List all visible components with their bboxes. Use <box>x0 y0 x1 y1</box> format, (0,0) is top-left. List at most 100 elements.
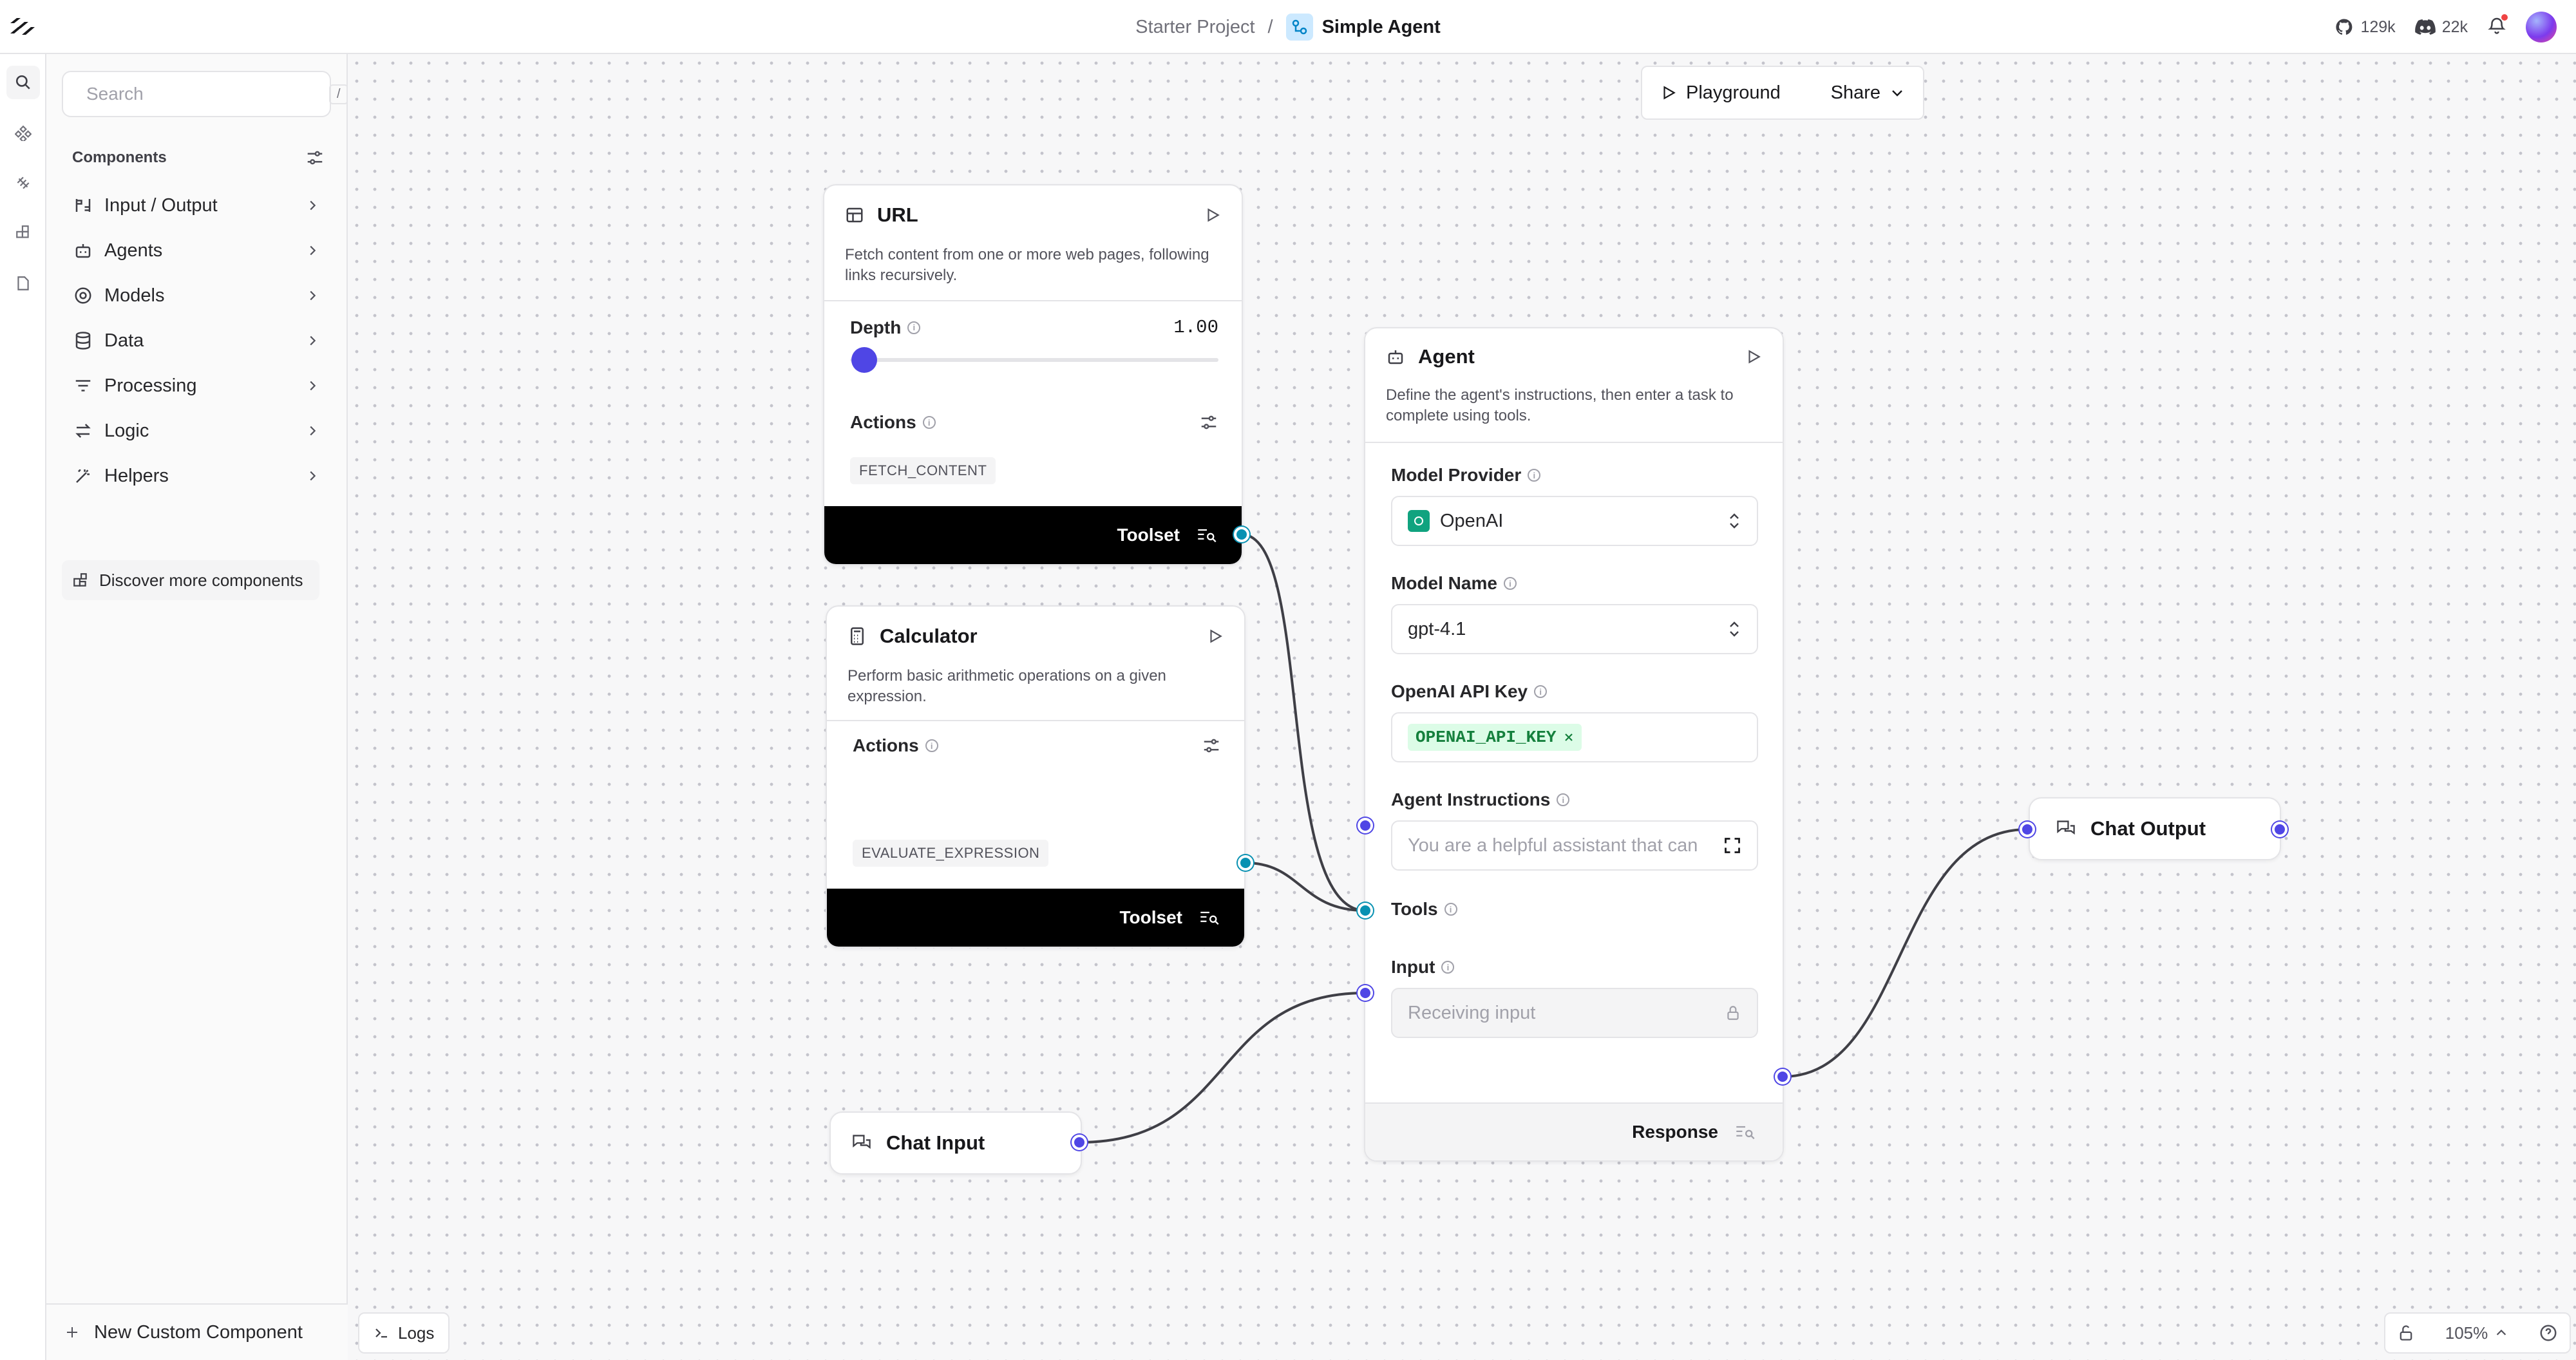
sliders-icon[interactable] <box>1199 413 1218 432</box>
category-agents[interactable]: Agents <box>62 228 331 273</box>
share-button[interactable]: Share <box>1831 82 1905 104</box>
logs-button[interactable]: Logs <box>358 1312 450 1354</box>
playground-button[interactable]: Playground <box>1660 82 1781 104</box>
depth-value[interactable]: 1.00 <box>1173 317 1218 338</box>
help-icon[interactable] <box>2539 1323 2558 1343</box>
bundles-icon <box>16 225 29 238</box>
chat-output-output-handle[interactable] <box>2272 822 2287 837</box>
api-key-field[interactable]: OPENAI_API_KEY <box>1391 712 1758 762</box>
message-icon <box>853 1135 871 1149</box>
discord-link[interactable]: 22k <box>2414 18 2468 37</box>
rail-files-button[interactable] <box>6 267 40 300</box>
category-helpers[interactable]: Helpers <box>62 453 331 498</box>
rail-mcp-button[interactable] <box>6 166 40 200</box>
agent-input-handle[interactable] <box>1358 985 1373 1001</box>
agent-response-handle[interactable] <box>1775 1069 1790 1084</box>
model-provider-select[interactable]: OpenAI <box>1391 496 1758 546</box>
agent-instructions-handle[interactable] <box>1358 818 1373 833</box>
action-chip[interactable]: FETCH_CONTENT <box>850 457 996 484</box>
url-node[interactable]: URL Fetch content from one or more web p… <box>823 184 1243 565</box>
github-stars-link[interactable]: 129k <box>2334 17 2396 37</box>
chevron-right-icon <box>310 290 316 301</box>
zoom-value: 105% <box>2445 1323 2488 1343</box>
node-header: Calculator <box>827 607 1244 666</box>
rail-bundles-button[interactable] <box>6 216 40 250</box>
unlock-icon[interactable] <box>2397 1324 2415 1342</box>
response-output: Response <box>1365 1102 1783 1160</box>
chevron-right-icon <box>310 245 316 256</box>
list-search-icon[interactable] <box>1199 909 1220 927</box>
expand-icon[interactable] <box>1723 836 1741 855</box>
user-avatar[interactable] <box>2526 12 2557 42</box>
search-input[interactable] <box>86 84 319 104</box>
sliders-icon[interactable] <box>1202 736 1221 755</box>
openai-icon <box>1408 510 1430 532</box>
category-data[interactable]: Data <box>62 318 331 363</box>
play-icon <box>1663 86 1676 100</box>
slider-track <box>850 358 1218 362</box>
category-input-output[interactable]: Input / Output <box>62 183 331 228</box>
sliders-icon[interactable] <box>305 148 325 167</box>
run-node-icon[interactable] <box>1745 348 1762 365</box>
rail-components-button[interactable] <box>6 116 40 149</box>
agent-instructions-field[interactable]: You are a helpful assistant that can <box>1391 820 1758 871</box>
url-toolset-handle[interactable] <box>1234 527 1249 542</box>
zoom-dropdown[interactable]: 105% <box>2445 1323 2509 1343</box>
tools-label: Tools i <box>1391 899 1457 920</box>
edge-chat-input-to-agent[interactable] <box>1079 992 1366 1144</box>
api-key-label: OpenAI API Key i <box>1391 681 1548 702</box>
new-custom-component-button[interactable]: New Custom Component <box>46 1303 348 1360</box>
chat-output-input-handle[interactable] <box>2020 822 2035 837</box>
discover-label: Discover more components <box>99 570 303 590</box>
actions-row: Actions i <box>853 735 1221 756</box>
model-name-value: gpt-4.1 <box>1408 618 1466 639</box>
slider-thumb[interactable] <box>851 347 877 373</box>
info-icon: i <box>1557 793 1570 806</box>
model-name-select[interactable]: gpt-4.1 <box>1391 604 1758 654</box>
calculator-toolset-handle[interactable] <box>1238 855 1253 871</box>
chat-output-node[interactable]: Chat Output <box>2029 797 2281 860</box>
category-list: Input / Output Agents Models Data Proces… <box>62 183 331 498</box>
calculator-node[interactable]: Calculator Perform basic arithmetic oper… <box>826 605 1245 948</box>
category-label: Agents <box>104 240 163 261</box>
edge-agent-to-chat-output[interactable] <box>1782 828 2028 1078</box>
category-models[interactable]: Models <box>62 273 331 318</box>
category-processing[interactable]: Processing <box>62 363 331 408</box>
close-icon[interactable] <box>1564 732 1574 742</box>
category-label: Logic <box>104 420 149 441</box>
component-search[interactable]: / <box>62 71 348 117</box>
agent-node[interactable]: Agent Define the agent's instructions, t… <box>1364 327 1784 1162</box>
model-provider-value: OpenAI <box>1440 510 1504 531</box>
depth-field: Depth i 1.00 <box>850 317 1218 373</box>
list-search-icon[interactable] <box>1197 526 1217 544</box>
bot-icon <box>75 244 91 258</box>
category-label: Data <box>104 330 144 351</box>
run-node-icon[interactable] <box>1207 628 1224 645</box>
discord-icon <box>2414 19 2436 35</box>
run-node-icon[interactable] <box>1204 207 1221 223</box>
info-icon: i <box>1441 961 1455 974</box>
list-search-icon[interactable] <box>1735 1123 1756 1141</box>
api-key-variable-chip[interactable]: OPENAI_API_KEY <box>1408 724 1582 751</box>
chat-input-output-handle[interactable] <box>1072 1135 1087 1150</box>
chevron-up-icon <box>2497 1329 2506 1336</box>
flow-canvas[interactable]: Playground Share URL Fetch content from … <box>348 54 2576 1360</box>
action-chip[interactable]: EVALUATE_EXPRESSION <box>853 840 1049 867</box>
agent-tools-handle[interactable] <box>1358 903 1373 918</box>
node-description: Fetch content from one or more web pages… <box>845 246 1209 284</box>
notifications-button[interactable] <box>2487 14 2508 39</box>
playground-label: Playground <box>1686 82 1781 103</box>
depth-slider[interactable] <box>850 347 1218 373</box>
flow-title[interactable]: Simple Agent <box>1322 17 1441 38</box>
response-label: Response <box>1632 1122 1718 1142</box>
discover-components-button[interactable]: Discover more components <box>62 560 319 600</box>
breadcrumb-project[interactable]: Starter Project <box>1135 17 1255 38</box>
category-logic[interactable]: Logic <box>62 408 331 453</box>
edge-url-to-agent-tools[interactable] <box>1241 533 1366 912</box>
model-provider-label: Model Provider i <box>1391 465 1541 486</box>
toolset-label: Toolset <box>1119 907 1182 927</box>
rail-search-button[interactable] <box>6 66 40 99</box>
agent-instructions-label: Agent Instructions i <box>1391 789 1570 810</box>
node-title: Chat Output <box>2090 817 2206 840</box>
chat-input-node[interactable]: Chat Input <box>829 1111 1082 1175</box>
